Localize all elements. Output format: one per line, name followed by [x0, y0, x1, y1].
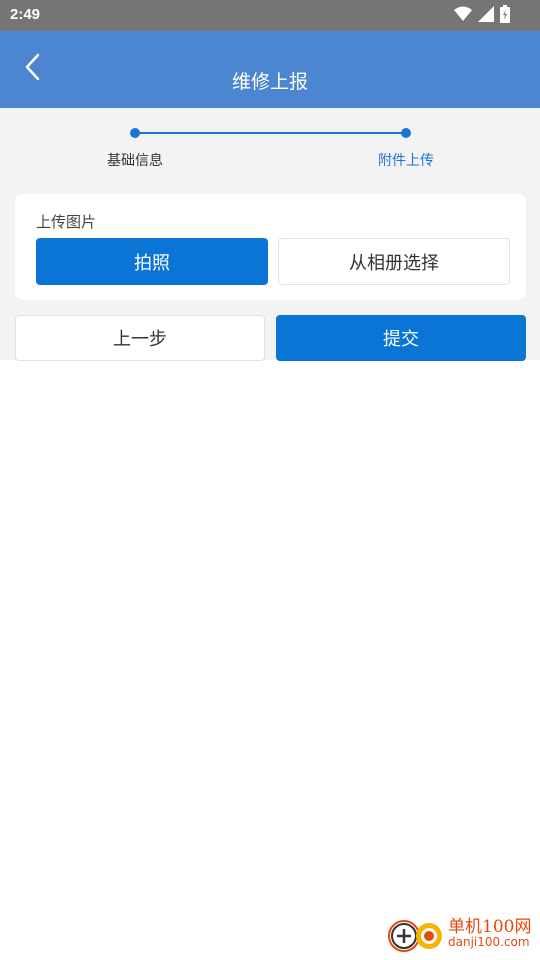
choose-from-album-button[interactable]: 从相册选择 [278, 238, 510, 285]
upload-card: 上传图片 拍照 从相册选择 [15, 194, 526, 300]
take-photo-button[interactable]: 拍照 [36, 238, 268, 285]
watermark-url: danji100.com [448, 935, 530, 949]
watermark-title: 单机100网 [448, 917, 532, 937]
step-dot-attachment [401, 128, 411, 138]
submit-button[interactable]: 提交 [276, 315, 526, 361]
content-area: 基础信息 附件上传 上传图片 拍照 从相册选择 上一步 提交 [0, 108, 540, 361]
battery-icon [500, 5, 510, 27]
watermark: 单机100网 danji100.com [386, 912, 536, 956]
previous-step-button[interactable]: 上一步 [15, 315, 265, 361]
status-time: 2:49 [10, 6, 41, 23]
status-icons [454, 5, 510, 27]
page-title: 维修上报 [231, 71, 308, 93]
upload-image-label: 上传图片 [36, 213, 97, 231]
step-label-attachment: 附件上传 [378, 153, 434, 169]
step-dot-basic-info [130, 128, 140, 138]
step-connector-line [135, 132, 406, 134]
step-label-basic-info: 基础信息 [107, 153, 163, 169]
watermark-logo-icon [386, 912, 446, 960]
status-bar: 2:49 [0, 0, 540, 31]
app-bar: 维修上报 [0, 31, 540, 108]
wifi-icon [454, 6, 472, 26]
signal-icon [478, 6, 494, 26]
